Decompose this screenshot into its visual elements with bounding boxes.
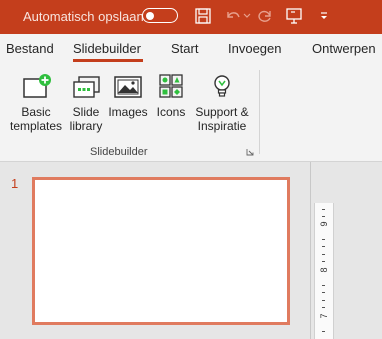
ruler-label: 9 <box>319 221 329 227</box>
basic-templates-button[interactable]: Basic templates <box>6 73 66 133</box>
slide-library-label-1: Slide <box>72 105 100 119</box>
vertical-ruler: 9 8 7 <box>314 203 334 339</box>
support-label-1: Support & <box>195 105 249 119</box>
group-separator <box>259 70 260 154</box>
ruler-tick <box>322 307 325 308</box>
ruler-tick <box>322 216 325 217</box>
slide-number: 1 <box>11 176 19 191</box>
undo-dropdown-icon[interactable] <box>243 12 251 20</box>
ribbon: Basic templates Slide library Images Ico… <box>0 62 382 162</box>
ruler-tick <box>322 239 325 240</box>
icons-label: Icons <box>156 105 186 119</box>
customize-toolbar-icon[interactable] <box>319 11 329 21</box>
ruler-tick <box>322 261 325 262</box>
ruler-tick <box>322 254 325 255</box>
title-bar: Automatisch opslaan <box>0 0 382 34</box>
images-icon <box>114 76 142 98</box>
present-icon[interactable] <box>285 7 303 25</box>
tab-start[interactable]: Start <box>171 41 198 56</box>
undo-icon[interactable] <box>224 7 242 25</box>
slide-library-label-2: library <box>69 119 103 133</box>
slide-library-icon <box>73 76 100 98</box>
basic-templates-label-2: templates <box>9 119 63 133</box>
lightbulb-icon <box>214 75 230 97</box>
save-icon[interactable] <box>194 7 212 25</box>
images-label: Images <box>108 105 148 119</box>
ruler-tick <box>322 292 325 293</box>
ruler-label: 7 <box>319 313 329 319</box>
icons-button[interactable]: Icons <box>153 73 189 119</box>
tab-bestand[interactable]: Bestand <box>6 41 54 56</box>
tab-slidebuilder[interactable]: Slidebuilder <box>73 41 141 56</box>
basic-templates-icon <box>23 74 51 98</box>
ruler-tick <box>322 209 325 210</box>
images-button[interactable]: Images <box>108 73 148 119</box>
ruler-label: 8 <box>319 267 329 273</box>
dialog-launcher-icon[interactable] <box>246 148 254 156</box>
autosave-label: Automatisch opslaan <box>23 9 144 24</box>
ruler-tick <box>322 331 325 332</box>
ribbon-tabs: Bestand Slidebuilder Start Invoegen Ontw… <box>0 34 382 62</box>
toggle-knob <box>146 11 154 20</box>
tab-invoegen[interactable]: Invoegen <box>228 41 282 56</box>
support-label-2: Inspiratie <box>197 119 247 133</box>
redo-icon[interactable] <box>256 7 274 25</box>
support-inspiratie-button[interactable]: Support & Inspiratie <box>190 73 254 133</box>
ruler-tick <box>322 300 325 301</box>
autosave-toggle[interactable] <box>142 8 178 23</box>
ruler-tick <box>322 246 325 247</box>
group-label-slidebuilder: Slidebuilder <box>90 146 148 158</box>
tab-ontwerpen[interactable]: Ontwerpen <box>312 41 376 56</box>
ruler-tick <box>322 285 325 286</box>
basic-templates-label-1: Basic <box>21 105 51 119</box>
icons-icon <box>159 74 183 98</box>
slide-thumbnail[interactable] <box>32 177 290 325</box>
slide-library-button[interactable]: Slide library <box>66 73 106 133</box>
